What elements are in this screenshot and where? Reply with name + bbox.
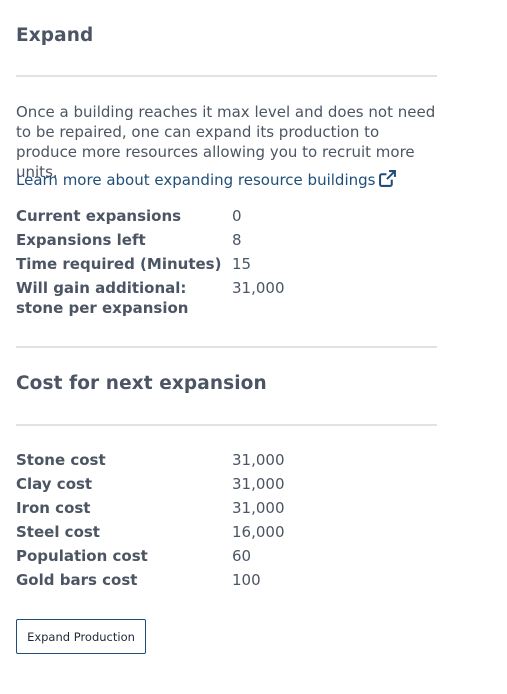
stat-value: 0 [232, 207, 242, 225]
divider [16, 75, 437, 77]
external-link-icon [379, 170, 397, 187]
cost-label: Gold bars cost [16, 571, 138, 589]
expand-title: Expand [16, 25, 94, 46]
cost-value: 100 [232, 571, 261, 589]
stat-value: 31,000 [232, 279, 285, 297]
cost-value: 60 [232, 547, 252, 565]
expand-panel: Expand Once a building reaches it max le… [0, 0, 507, 694]
stat-label: Current expansions [16, 207, 182, 225]
learn-more-label: Learn more about expanding resource buil… [16, 171, 376, 189]
cost-value: 31,000 [232, 451, 285, 469]
learn-more-link[interactable]: Learn more about expanding resource buil… [16, 170, 397, 190]
stat-label: Will gain additional: stone per expansio… [16, 279, 189, 317]
expand-production-button[interactable]: Expand Production [16, 619, 146, 654]
cost-label: Steel cost [16, 523, 100, 541]
cost-value: 31,000 [232, 499, 285, 517]
stat-label: Expansions left [16, 231, 146, 249]
cost-label: Population cost [16, 547, 148, 565]
divider [16, 346, 437, 348]
cost-label: Clay cost [16, 475, 93, 493]
stat-value: 15 [232, 255, 252, 273]
stat-label: Time required (Minutes) [16, 255, 222, 273]
cost-title: Cost for next expansion [16, 373, 267, 394]
cost-label: Iron cost [16, 499, 91, 517]
divider [16, 424, 437, 426]
cost-value: 16,000 [232, 523, 285, 541]
cost-value: 31,000 [232, 475, 285, 493]
stat-value: 8 [232, 231, 242, 249]
cost-label: Stone cost [16, 451, 106, 469]
